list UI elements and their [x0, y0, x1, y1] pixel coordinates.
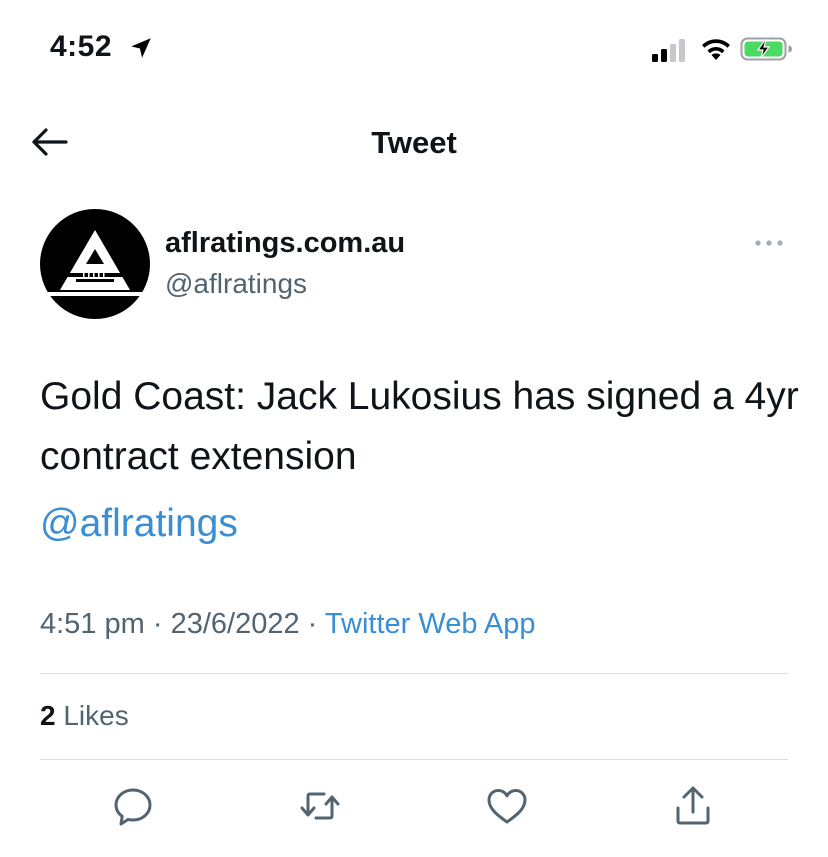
- avatar[interactable]: [40, 209, 150, 319]
- more-dots-icon[interactable]: [752, 233, 786, 253]
- header-bar: Tweet: [0, 110, 828, 174]
- author-handle[interactable]: @aflratings: [165, 268, 307, 300]
- tweet-source-link[interactable]: Twitter Web App: [325, 608, 536, 640]
- battery-charging-icon: [740, 37, 792, 61]
- status-bar: 4:52: [0, 0, 828, 100]
- divider: [40, 759, 788, 760]
- likes-count: 2: [40, 700, 56, 731]
- reply-icon[interactable]: [111, 784, 155, 828]
- cellular-signal-icon: [652, 39, 685, 62]
- tweet-date: 23/6/2022: [170, 608, 300, 640]
- page-title: Tweet: [371, 125, 457, 160]
- retweet-icon[interactable]: [298, 784, 342, 828]
- tweet-time: 4:51 pm: [40, 608, 145, 640]
- likes-label: Likes: [63, 700, 129, 731]
- heart-icon[interactable]: [485, 784, 529, 828]
- meta-separator: ·: [307, 608, 318, 640]
- meta-separator: ·: [152, 608, 163, 640]
- wifi-icon: [702, 39, 730, 60]
- location-arrow-icon: [131, 38, 151, 58]
- likes-summary[interactable]: 2 Likes: [40, 700, 129, 732]
- tweet-text: Gold Coast: Jack Lukosius has signed a 4…: [40, 375, 799, 478]
- author-display-name[interactable]: aflratings.com.au: [165, 227, 405, 260]
- status-time: 4:52: [50, 30, 113, 63]
- share-icon[interactable]: [671, 784, 715, 828]
- mention-link[interactable]: @aflratings: [40, 502, 238, 546]
- tweet-meta: 4:51 pm · 23/6/2022 · Twitter Web App: [40, 608, 536, 641]
- divider: [40, 673, 788, 674]
